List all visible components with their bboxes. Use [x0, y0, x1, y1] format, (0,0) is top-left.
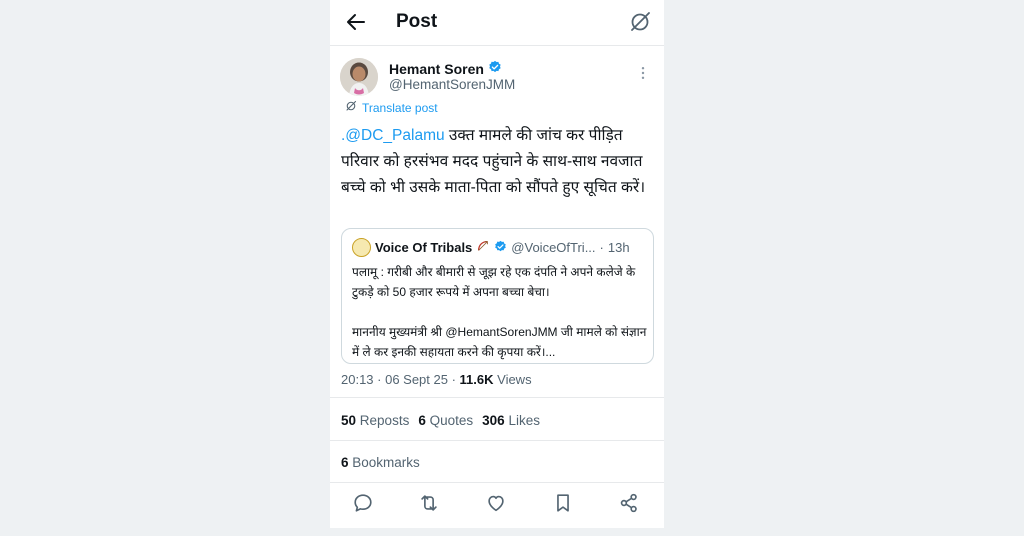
page-title: Post [396, 11, 438, 32]
quoted-paragraph-2: माननीय मुख्यमंत्री श्री @HemantSorenJMM … [352, 325, 647, 359]
engagement-stats: 50 Reposts 6 Quotes 306 Likes [341, 413, 540, 428]
post-text: .@DC_Palamu उक्त मामले की जांच कर पीड़ित… [341, 123, 659, 201]
back-arrow-icon[interactable] [344, 10, 368, 34]
dot-separator: · [599, 240, 604, 255]
divider [330, 482, 664, 483]
mention-link[interactable]: .@DC_Palamu [341, 127, 445, 144]
quotes-label: Quotes [429, 413, 474, 428]
quoted-post[interactable]: Voice Of Tribals @VoiceOfTri... · 13h पल… [341, 228, 654, 364]
likes-count: 306 [482, 413, 505, 428]
divider [330, 397, 664, 398]
bookmark-icon[interactable] [552, 492, 574, 514]
reposts-label: Reposts [359, 413, 410, 428]
like-icon[interactable] [485, 492, 507, 514]
quoted-text: पलामू : गरीबी और बीमारी से जूझ रहे एक दं… [352, 262, 647, 362]
timestamp: 20:13 · 06 Sept 25 · [341, 372, 460, 387]
translate-icon [345, 100, 357, 115]
divider [330, 45, 664, 46]
quoted-header: Voice Of Tribals @VoiceOfTri... · 13h [352, 238, 630, 257]
post-screen: Post Hemant Soren @HemantSorenJMM Transl… [330, 0, 664, 528]
bookmarks-label: Bookmarks [352, 455, 420, 470]
quoted-paragraph-1: पलामू : गरीबी और बीमारी से जूझ रहे एक दं… [352, 265, 636, 299]
quotes-stat[interactable]: 6 Quotes [418, 413, 473, 428]
verified-badge-icon [494, 240, 507, 256]
post-meta: 20:13 · 06 Sept 25 · 11.6K Views [341, 372, 532, 387]
avatar[interactable] [340, 58, 378, 96]
share-icon[interactable] [618, 492, 640, 514]
more-icon[interactable] [640, 66, 646, 82]
author-name[interactable]: Hemant Soren [389, 60, 502, 77]
verified-badge-icon [488, 60, 502, 77]
reposts-stat[interactable]: 50 Reposts [341, 413, 409, 428]
views-label: Views [493, 372, 532, 387]
author-handle[interactable]: @HemantSorenJMM [389, 77, 515, 92]
divider [330, 440, 664, 441]
translate-post-link[interactable]: Translate post [345, 100, 438, 115]
views-count: 11.6K [459, 372, 494, 387]
quoted-avatar [352, 238, 371, 257]
bookmarks-count: 6 [341, 455, 349, 470]
bow-arrow-icon [476, 239, 490, 256]
quoted-handle: @VoiceOfTri... [511, 240, 596, 255]
likes-label: Likes [508, 413, 540, 428]
translate-label[interactable]: Translate post [362, 101, 438, 115]
grok-icon[interactable] [628, 10, 652, 34]
top-bar: Post [330, 0, 664, 44]
reply-icon[interactable] [352, 492, 374, 514]
bookmarks-stat[interactable]: 6 Bookmarks [341, 455, 420, 470]
repost-icon[interactable] [418, 492, 440, 514]
display-name[interactable]: Hemant Soren [389, 61, 484, 77]
action-bar [330, 492, 664, 518]
quoted-time: 13h [607, 240, 630, 255]
reposts-count: 50 [341, 413, 357, 428]
likes-stat[interactable]: 306 Likes [482, 413, 540, 428]
quoted-name: Voice Of Tribals [375, 240, 473, 255]
quotes-count: 6 [418, 413, 426, 428]
